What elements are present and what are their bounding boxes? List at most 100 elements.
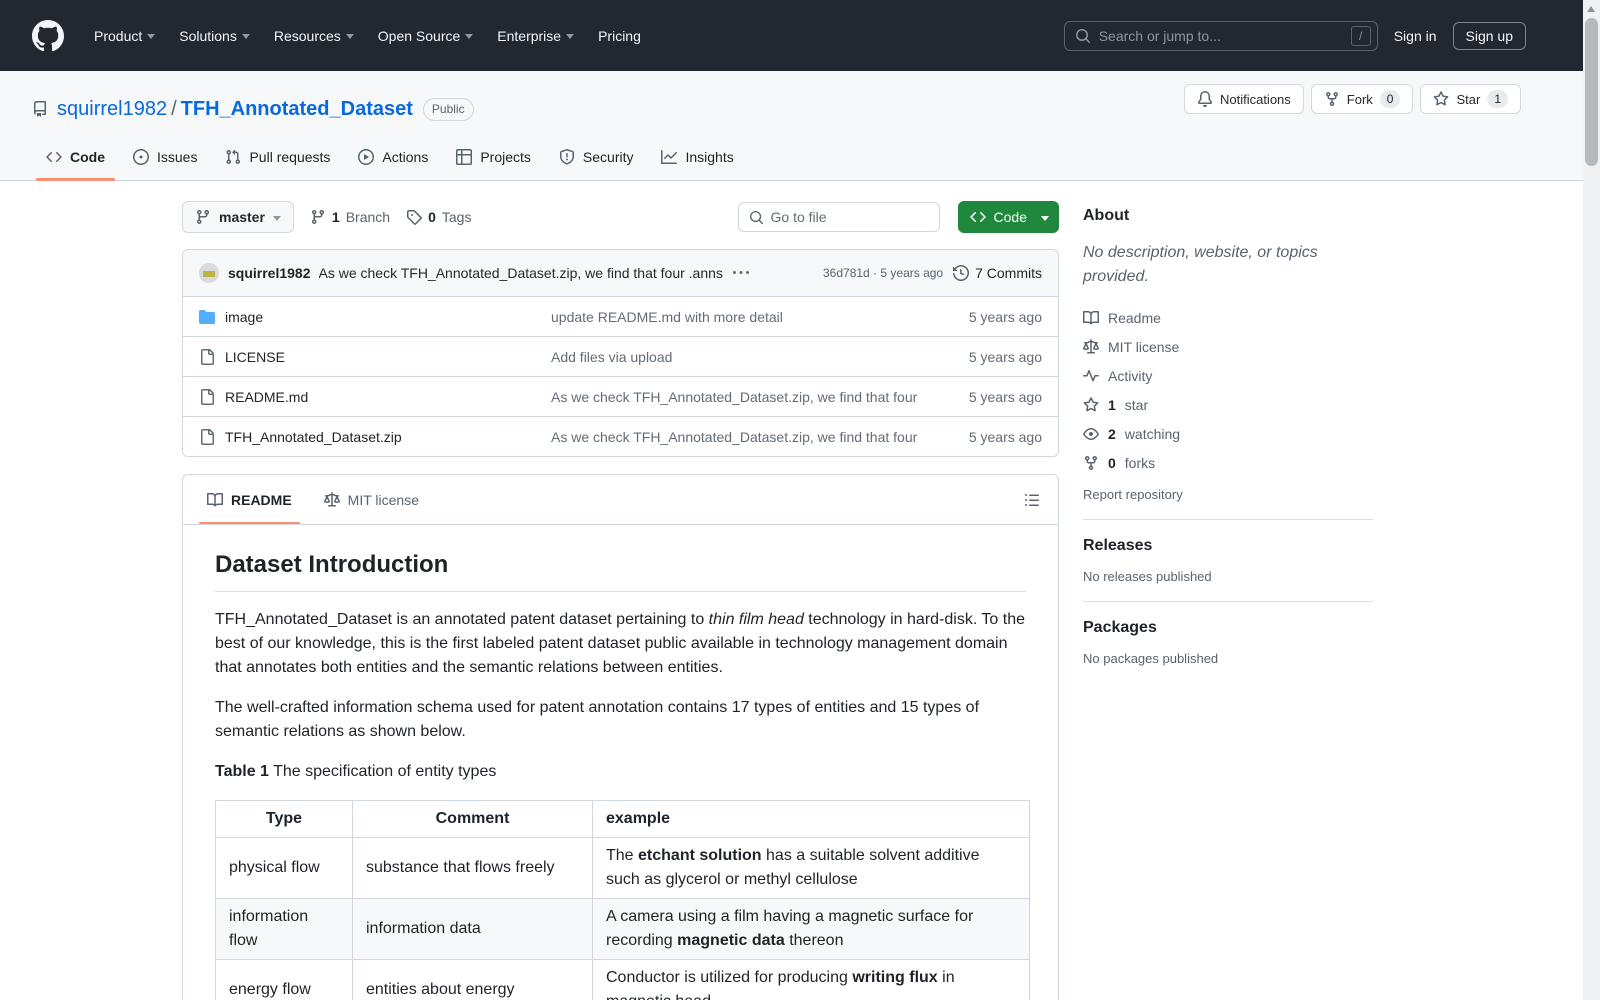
sidebar-item-stars[interactable]: 1 star: [1083, 390, 1373, 419]
tab-label: Issues: [157, 149, 198, 165]
sidebar-item-forks[interactable]: 0 forks: [1083, 448, 1373, 477]
branches-count: 1: [331, 209, 340, 225]
file-commit-message[interactable]: Add files via upload: [551, 349, 922, 365]
sidebar-item-watching[interactable]: 2 watching: [1083, 419, 1373, 448]
avatar[interactable]: [199, 263, 219, 283]
sign-in-link[interactable]: Sign in: [1394, 28, 1437, 44]
table-row[interactable]: image update README.md with more detail …: [183, 296, 1058, 336]
github-logo-icon[interactable]: [32, 19, 64, 52]
nav-label: Product: [94, 27, 143, 44]
slash-shortcut-key: /: [1350, 25, 1371, 46]
file-name-link[interactable]: image: [225, 309, 263, 325]
file-name-link[interactable]: LICENSE: [225, 349, 285, 365]
header-right: / Sign in Sign up: [1063, 20, 1526, 51]
chevron-down-icon: [465, 34, 474, 39]
nav-solutions[interactable]: Solutions: [167, 20, 262, 52]
branch-selector[interactable]: master: [182, 201, 294, 233]
tab-license-file[interactable]: MIT license: [308, 475, 435, 524]
nav-product[interactable]: Product: [82, 20, 167, 52]
scrollbar[interactable]: [1583, 0, 1600, 1000]
tab-pull-requests[interactable]: Pull requests: [211, 134, 344, 180]
code-dropdown-caret[interactable]: [1039, 201, 1059, 233]
cell-comment: substance that flows freely: [352, 837, 593, 899]
file-name-link[interactable]: README.md: [225, 389, 308, 405]
packages-section: Packages No packages published: [1083, 619, 1373, 666]
repo-owner-link[interactable]: squirrel1982: [57, 98, 167, 120]
table-icon: [456, 149, 473, 165]
commit-author-link[interactable]: squirrel1982: [228, 265, 311, 281]
repo-actions: Notifications Fork 0 Star 1: [1183, 84, 1521, 114]
report-repository-link[interactable]: Report repository: [1083, 487, 1373, 502]
commit-history-link[interactable]: 7 Commits: [953, 265, 1042, 281]
table-row[interactable]: README.md As we check TFH_Annotated_Data…: [183, 376, 1058, 416]
example-bold-text: writing flux: [852, 969, 938, 986]
commit-expand-button[interactable]: [732, 265, 749, 281]
tab-readme-file[interactable]: README: [191, 475, 308, 524]
table-header-row: Type Comment example: [215, 800, 1030, 838]
scrollbar-up-arrow[interactable]: [1587, 6, 1595, 12]
chevron-down-icon: [272, 215, 281, 221]
file-icon: [201, 428, 214, 445]
cell-type: energy flow: [215, 959, 353, 1000]
tags-link[interactable]: 0 Tags: [406, 209, 471, 225]
tab-actions[interactable]: Actions: [344, 134, 442, 180]
repo-icon: [34, 101, 46, 117]
readme-paragraph: TFH_Annotated_Dataset is an annotated pa…: [215, 608, 1026, 680]
table-row: information flow information data A came…: [215, 898, 1030, 960]
stat-label: star: [1124, 396, 1149, 413]
nav-label: Open Source: [377, 27, 461, 44]
stat-label: forks: [1124, 454, 1156, 471]
sidebar-divider: [1083, 601, 1373, 602]
file-commit-time: 5 years ago: [968, 348, 1042, 365]
entity-types-table: Type Comment example physical flow subst…: [215, 800, 1030, 1000]
star-label: Star: [1456, 91, 1481, 107]
nav-enterprise[interactable]: Enterprise: [485, 20, 586, 52]
tab-label: Actions: [382, 149, 429, 165]
notifications-button[interactable]: Notifications: [1183, 84, 1304, 114]
global-search[interactable]: /: [1063, 20, 1378, 51]
file-commit-time: 5 years ago: [968, 308, 1042, 325]
go-to-file-input[interactable]: [770, 209, 911, 225]
branch-name: master: [219, 209, 265, 225]
commit-sha-time[interactable]: 36d781d · 5 years ago: [823, 266, 943, 280]
nav-open-source[interactable]: Open Source: [366, 20, 486, 52]
nav-pricing[interactable]: Pricing: [586, 20, 653, 52]
table-row[interactable]: TFH_Annotated_Dataset.zip As we check TF…: [183, 416, 1058, 456]
tab-projects[interactable]: Projects: [442, 134, 545, 180]
branches-link[interactable]: 1 Branch: [310, 209, 390, 225]
fork-button[interactable]: Fork 0: [1310, 84, 1414, 114]
stat-label: Activity: [1108, 367, 1153, 384]
outline-button[interactable]: [1024, 492, 1040, 508]
nav-resources[interactable]: Resources: [262, 20, 366, 52]
commit-message-link[interactable]: As we check TFH_Annotated_Dataset.zip, w…: [319, 265, 723, 281]
file-name-link[interactable]: TFH_Annotated_Dataset.zip: [225, 429, 402, 445]
tab-code[interactable]: Code: [32, 134, 119, 181]
sidebar-item-readme[interactable]: Readme: [1083, 303, 1373, 332]
branches-label: Branch: [345, 209, 391, 225]
file-commit-message[interactable]: As we check TFH_Annotated_Dataset.zip, w…: [551, 389, 922, 405]
sign-up-button[interactable]: Sign up: [1452, 21, 1526, 50]
tab-security[interactable]: Security: [545, 134, 648, 180]
go-to-file-box[interactable]: [737, 202, 940, 232]
bell-icon: [1197, 91, 1212, 107]
stat-count: 0: [1108, 454, 1116, 471]
file-icon: [201, 348, 214, 365]
tab-insights[interactable]: Insights: [647, 134, 747, 180]
search-input[interactable]: [1098, 27, 1343, 44]
scrollbar-thumb[interactable]: [1585, 18, 1598, 166]
releases-empty-text: No releases published: [1083, 569, 1212, 584]
repo-name-link[interactable]: TFH_Annotated_Dataset: [181, 98, 413, 120]
tab-issues[interactable]: Issues: [119, 134, 211, 180]
table-row[interactable]: LICENSE Add files via upload 5 years ago: [183, 336, 1058, 376]
file-commit-message[interactable]: update README.md with more detail: [551, 309, 922, 325]
code-icon: [969, 211, 986, 223]
code-download-button[interactable]: Code: [957, 201, 1059, 233]
law-icon: [1083, 338, 1099, 353]
stat-label: Readme: [1108, 309, 1161, 326]
star-button[interactable]: Star 1: [1420, 84, 1521, 114]
tab-label: Projects: [480, 149, 531, 165]
sidebar-item-activity[interactable]: Activity: [1083, 361, 1373, 390]
file-commit-message[interactable]: As we check TFH_Annotated_Dataset.zip, w…: [551, 429, 922, 445]
primary-nav: Product Solutions Resources Open Source …: [82, 20, 653, 52]
sidebar-item-license[interactable]: MIT license: [1083, 332, 1373, 361]
